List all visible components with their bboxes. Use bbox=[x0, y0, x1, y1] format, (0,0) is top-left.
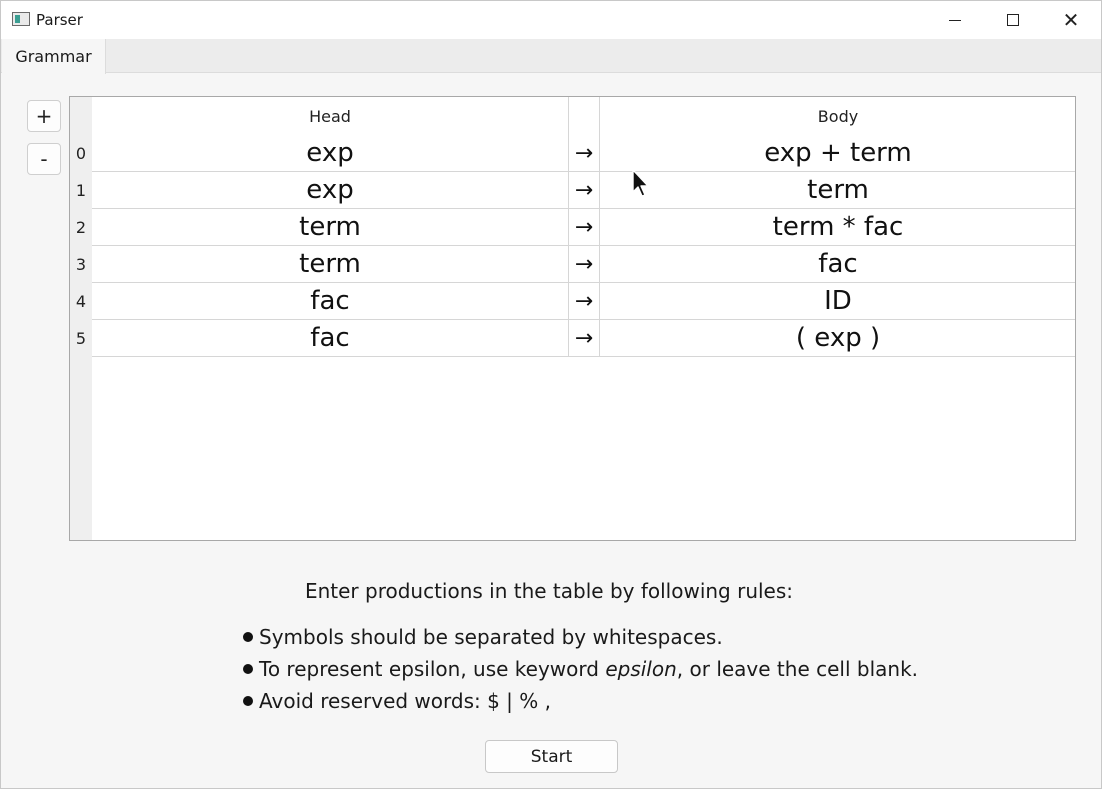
arrow-cell[interactable]: → bbox=[568, 283, 600, 320]
productions-table: Head Body 0 exp → exp + term 1 exp → ter… bbox=[69, 96, 1076, 541]
maximize-icon bbox=[1007, 14, 1019, 26]
arrow-cell[interactable]: → bbox=[568, 209, 600, 246]
tab-bar: Grammar bbox=[1, 39, 1101, 74]
table-row: 1 exp → term bbox=[70, 172, 1075, 209]
rule-text-suffix: , or leave the cell blank. bbox=[676, 657, 919, 681]
head-cell[interactable]: exp bbox=[92, 135, 568, 172]
mouse-cursor-icon bbox=[632, 169, 649, 197]
rule-item: Avoid reserved words: $ | % , bbox=[243, 689, 551, 713]
row-index[interactable]: 2 bbox=[70, 209, 92, 246]
table-row: 2 term → term * fac bbox=[70, 209, 1075, 246]
start-button[interactable]: Start bbox=[485, 740, 618, 773]
body-cell[interactable]: fac bbox=[600, 246, 1075, 283]
head-cell[interactable]: term bbox=[92, 246, 568, 283]
row-index[interactable]: 3 bbox=[70, 246, 92, 283]
body-cell[interactable]: term * fac bbox=[600, 209, 1075, 246]
row-index[interactable]: 5 bbox=[70, 320, 92, 357]
window-title: Parser bbox=[36, 11, 83, 29]
body-cell[interactable]: ( exp ) bbox=[600, 320, 1075, 357]
row-index[interactable]: 1 bbox=[70, 172, 92, 209]
table-row: 0 exp → exp + term bbox=[70, 135, 1075, 172]
minimize-icon bbox=[949, 19, 961, 21]
body-cell[interactable]: exp + term bbox=[600, 135, 1075, 172]
table-header-row: Head Body bbox=[70, 97, 1075, 135]
bullet-icon bbox=[243, 696, 253, 706]
close-icon: ✕ bbox=[1062, 8, 1080, 32]
arrow-cell[interactable]: → bbox=[568, 172, 600, 209]
head-cell[interactable]: exp bbox=[92, 172, 568, 209]
table-row: 4 fac → ID bbox=[70, 283, 1075, 320]
column-header-body[interactable]: Body bbox=[600, 97, 1075, 135]
row-index[interactable]: 0 bbox=[70, 135, 92, 172]
maximize-button[interactable] bbox=[984, 1, 1042, 39]
bullet-icon bbox=[243, 664, 253, 674]
bullet-icon bbox=[243, 632, 253, 642]
instructions-title: Enter productions in the table by follow… bbox=[304, 579, 794, 603]
rule-text: Symbols should be separated by whitespac… bbox=[259, 625, 723, 649]
head-cell[interactable]: fac bbox=[92, 320, 568, 357]
head-cell[interactable]: fac bbox=[92, 283, 568, 320]
column-header-head[interactable]: Head bbox=[92, 97, 568, 135]
app-window: Parser ✕ Grammar + - Head Body 0 exp → e… bbox=[0, 0, 1102, 789]
body-cell[interactable]: term bbox=[600, 172, 1075, 209]
close-button[interactable]: ✕ bbox=[1042, 1, 1100, 39]
arrow-cell[interactable]: → bbox=[568, 246, 600, 283]
rule-keyword: epsilon bbox=[605, 657, 677, 681]
head-cell[interactable]: term bbox=[92, 209, 568, 246]
table-row: 5 fac → ( exp ) bbox=[70, 320, 1075, 357]
app-icon bbox=[12, 12, 30, 26]
rule-text-prefix: To represent epsilon, use keyword bbox=[259, 657, 606, 681]
remove-row-button[interactable]: - bbox=[27, 143, 61, 175]
rule-item: Symbols should be separated by whitespac… bbox=[243, 625, 723, 649]
arrow-cell[interactable]: → bbox=[568, 135, 600, 172]
rule-text: Avoid reserved words: $ | % , bbox=[259, 689, 551, 713]
add-row-button[interactable]: + bbox=[27, 100, 61, 132]
title-bar: Parser ✕ bbox=[1, 1, 1101, 39]
column-header-arrow[interactable] bbox=[568, 97, 600, 135]
arrow-cell[interactable]: → bbox=[568, 320, 600, 357]
body-cell[interactable]: ID bbox=[600, 283, 1075, 320]
table-row: 3 term → fac bbox=[70, 246, 1075, 283]
minimize-button[interactable] bbox=[926, 1, 984, 39]
row-index[interactable]: 4 bbox=[70, 283, 92, 320]
tab-grammar[interactable]: Grammar bbox=[2, 39, 106, 74]
rule-item: To represent epsilon, use keyword epsilo… bbox=[243, 657, 918, 681]
